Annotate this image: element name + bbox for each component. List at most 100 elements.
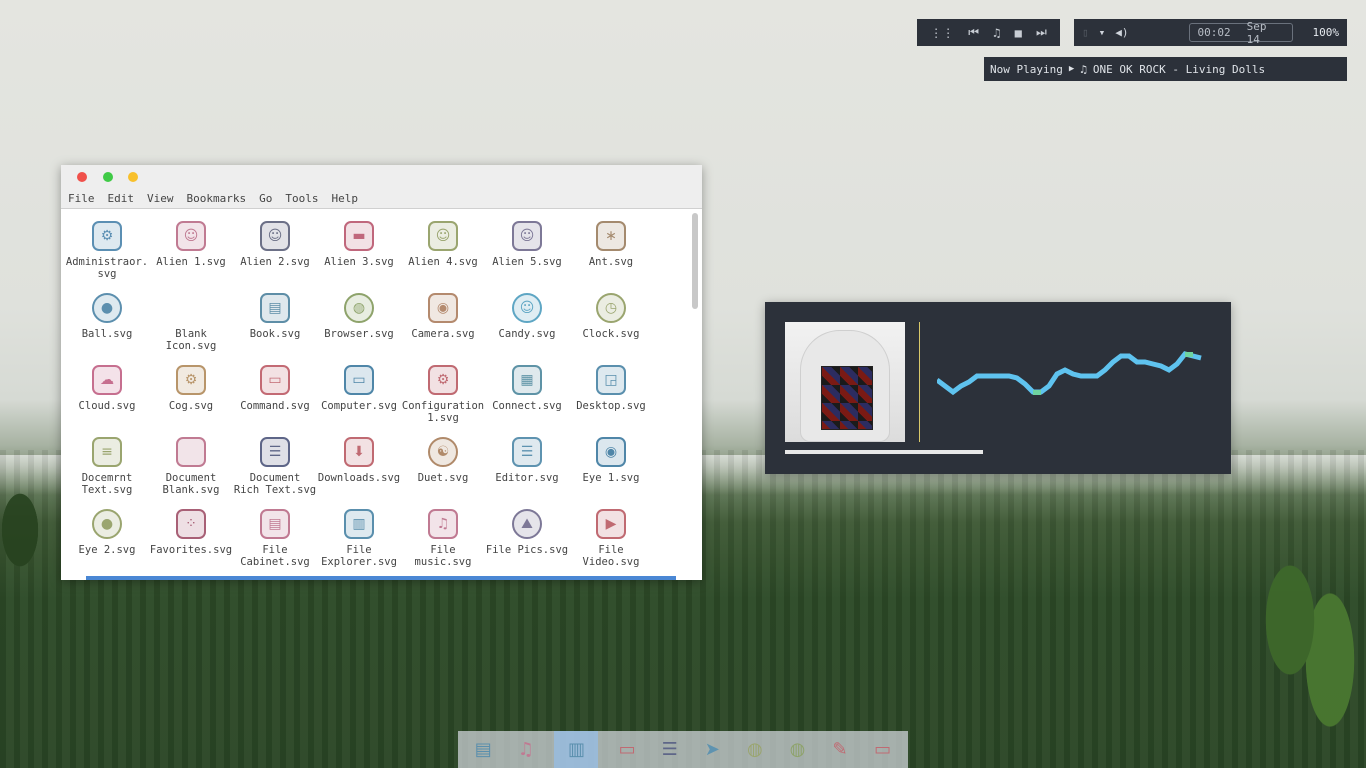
file-item[interactable]: ∗ Ant.svg	[569, 213, 653, 285]
file-pics-icon: ⛰	[510, 507, 544, 541]
visualizer-wave	[937, 351, 1202, 396]
file-grid: ⚙ Administraor. svg ☺ Alien 1.svg ☺ Alien 2.s…	[65, 213, 653, 573]
file-item[interactable]: ● Ball.svg	[65, 285, 149, 357]
dock-browser-icon[interactable]: ◍	[783, 736, 811, 764]
file-label: File music.svg	[414, 544, 472, 568]
clock[interactable]: 00:02 Sep 14	[1188, 20, 1293, 46]
file-item[interactable]: ≡ Docemrnt Text.svg	[65, 429, 149, 501]
file-item[interactable]: ◲ Desktop.svg	[569, 357, 653, 429]
scrollbar-thumb[interactable]	[692, 213, 698, 309]
file-label: Cog.svg	[168, 400, 214, 412]
file-item[interactable]: ♫ File music.svg	[401, 501, 485, 573]
file-item[interactable]: ☺ Candy.svg	[485, 285, 569, 357]
command-window-icon: ▭	[258, 363, 292, 397]
music-note-icon[interactable]: ♫	[993, 26, 1000, 40]
file-item[interactable]: ▤ Book.svg	[233, 285, 317, 357]
file-item[interactable]: ☁ Cloud.svg	[65, 357, 149, 429]
file-item[interactable]: ▤ File Cabinet.svg	[233, 501, 317, 573]
file-label: File Cabinet.svg	[240, 544, 310, 568]
dock-terminal-icon[interactable]: ▭	[869, 736, 897, 764]
duet-icon: ☯	[426, 435, 460, 469]
menu-file[interactable]: File	[68, 192, 95, 205]
minimize-button[interactable]	[128, 172, 138, 182]
file-label: Eye 2.svg	[78, 544, 136, 556]
desktop-icon: ◲	[594, 363, 628, 397]
dock-editor-icon[interactable]: ✎	[826, 736, 854, 764]
dock-files-icon[interactable]: ▤	[469, 736, 497, 764]
file-item[interactable]: ◷ Clock.svg	[569, 285, 653, 357]
music-widget	[765, 302, 1231, 474]
file-item[interactable]: ☺ Alien 5.svg	[485, 213, 569, 285]
volume-icon[interactable]: ◀)	[1115, 26, 1128, 39]
document-text-icon: ≡	[90, 435, 124, 469]
file-item[interactable]: Document Blank.svg	[149, 429, 233, 501]
alien-1-icon: ☺	[174, 219, 208, 253]
file-item[interactable]: ☯ Duet.svg	[401, 429, 485, 501]
file-item[interactable]: ● Eye 2.svg	[65, 501, 149, 573]
file-item[interactable]: ▶ File Video.svg	[569, 501, 653, 573]
document-rich-text-icon: ☰	[258, 435, 292, 469]
file-label: Alien 1.svg	[156, 256, 226, 268]
file-label: Duet.svg	[417, 472, 469, 484]
menu-view[interactable]: View	[147, 192, 174, 205]
cover-artwork	[821, 366, 873, 430]
file-item[interactable]: ☰ Document Rich Text.svg	[233, 429, 317, 501]
alien-4-icon: ☺	[426, 219, 460, 253]
close-button[interactable]	[77, 172, 87, 182]
maximize-button[interactable]	[103, 172, 113, 182]
file-item[interactable]: ⛰ File Pics.svg	[485, 501, 569, 573]
file-label: File Pics.svg	[485, 544, 569, 556]
file-item[interactable]: ▭ Computer.svg	[317, 357, 401, 429]
file-item[interactable]: ☺ Alien 2.svg	[233, 213, 317, 285]
stop-icon[interactable]: ■	[1015, 26, 1022, 40]
dock-music-icon[interactable]: ♫	[512, 736, 540, 764]
alien-5-icon: ☺	[510, 219, 544, 253]
previous-icon[interactable]: ⏮	[968, 25, 979, 40]
file-item[interactable]: ⁘ Favorites.svg	[149, 501, 233, 573]
file-item[interactable]: ⚙ Cog.svg	[149, 357, 233, 429]
file-manager-window: File Edit View Bookmarks Go Tools Help ⚙ Admini…	[61, 165, 702, 580]
file-item[interactable]: ☰ Editor.svg	[485, 429, 569, 501]
document-blank-icon	[174, 435, 208, 469]
file-item[interactable]: ▭ Command.svg	[233, 357, 317, 429]
battery-level: 100%	[1312, 26, 1340, 39]
horizontal-scrollbar[interactable]	[86, 576, 676, 580]
dock-document-icon[interactable]: ☰	[656, 736, 684, 764]
clock-date: Sep 14	[1246, 19, 1267, 46]
menu-help[interactable]: Help	[331, 192, 358, 205]
connect-grid-icon: ▦	[510, 363, 544, 397]
file-item[interactable]: Blank Icon.svg	[149, 285, 233, 357]
gear-wrench-icon: ⚙	[90, 219, 124, 253]
track-progress-bar[interactable]	[785, 450, 983, 454]
clock-time: 00:02	[1197, 26, 1231, 39]
file-item[interactable]: ◍ Browser.svg	[317, 285, 401, 357]
dock-network-globe-icon[interactable]: ◍	[741, 736, 769, 764]
window-titlebar[interactable]	[61, 165, 702, 189]
file-item[interactable]: ◉ Camera.svg	[401, 285, 485, 357]
clipboard-icon[interactable]: ▯	[1082, 26, 1089, 39]
apps-grid-icon[interactable]: ⋮⋮	[930, 26, 954, 40]
dock-file-explorer-icon[interactable]: ▥	[554, 731, 599, 768]
menu-edit[interactable]: Edit	[108, 192, 135, 205]
dock-window-icon[interactable]: ▭	[613, 736, 641, 764]
file-item[interactable]: ☺ Alien 4.svg	[401, 213, 485, 285]
file-item[interactable]: ▬ Alien 3.svg	[317, 213, 401, 285]
file-label: Command.svg	[240, 400, 310, 412]
wifi-icon[interactable]: ▾	[1099, 26, 1106, 39]
file-label: Eye 1.svg	[582, 472, 640, 484]
now-playing-track: ONE OK ROCK - Living Dolls	[1092, 62, 1266, 76]
file-item[interactable]: ◉ Eye 1.svg	[569, 429, 653, 501]
file-item[interactable]: ⬇ Downloads.svg	[317, 429, 401, 501]
dock-telegram-icon[interactable]: ➤	[698, 736, 726, 764]
menu-tools[interactable]: Tools	[285, 192, 318, 205]
file-view: ⚙ Administraor. svg ☺ Alien 1.svg ☺ Alien 2.s…	[61, 209, 689, 575]
file-item[interactable]: ⚙ Administraor. svg	[65, 213, 149, 285]
file-label: Ant.svg	[588, 256, 634, 268]
menu-go[interactable]: Go	[259, 192, 272, 205]
menu-bookmarks[interactable]: Bookmarks	[187, 192, 247, 205]
next-icon[interactable]: ⏭	[1036, 25, 1047, 40]
file-item[interactable]: ⚙ Configuration 1.svg	[401, 357, 485, 429]
file-item[interactable]: ▦ Connect.svg	[485, 357, 569, 429]
file-item[interactable]: ▥ File Explorer.svg	[317, 501, 401, 573]
file-item[interactable]: ☺ Alien 1.svg	[149, 213, 233, 285]
